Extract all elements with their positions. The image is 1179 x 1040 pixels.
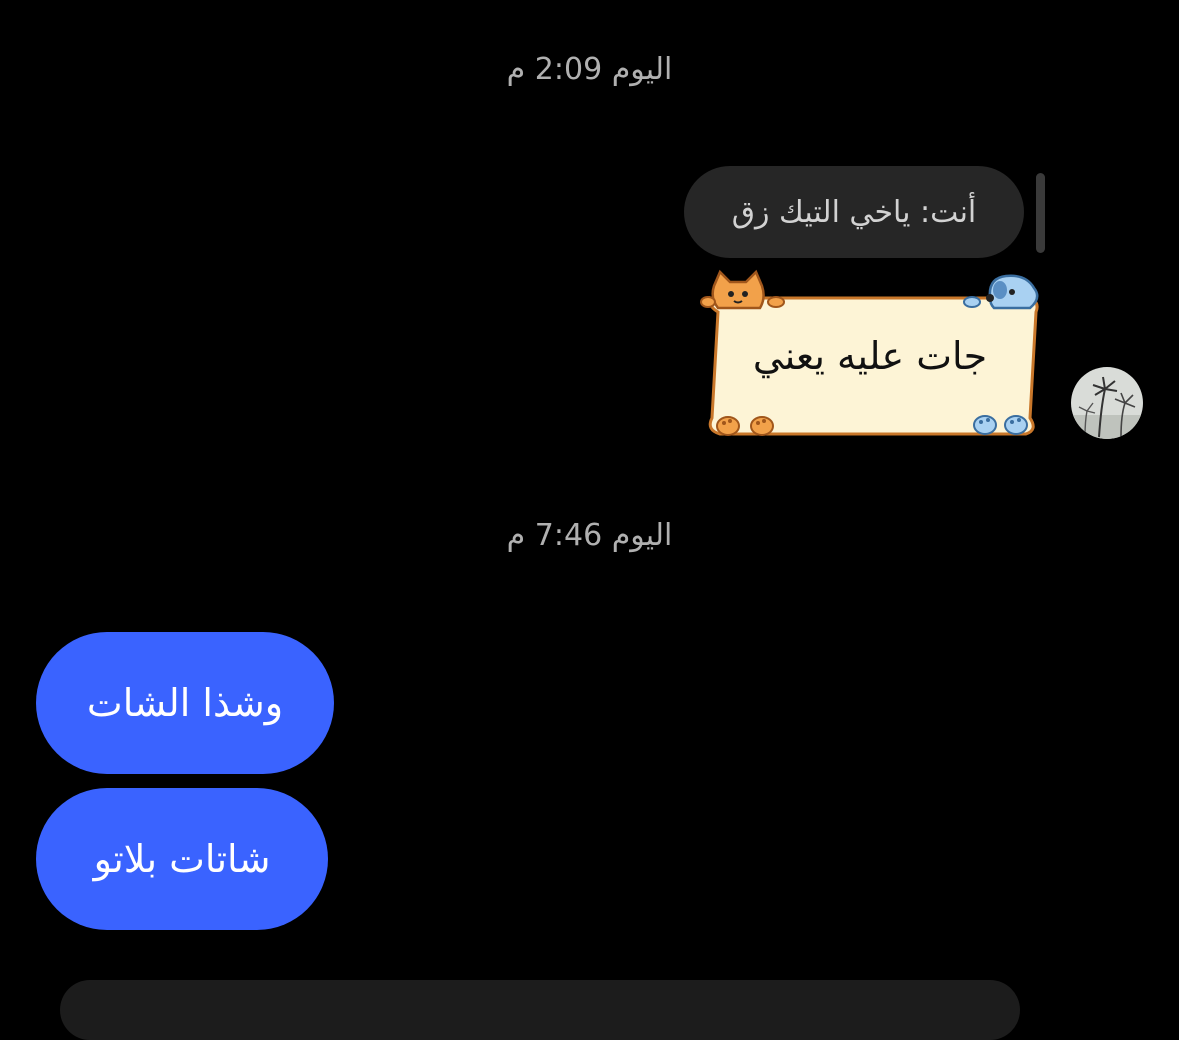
- sticker-note-message[interactable]: جات عليه يعني: [700, 268, 1050, 443]
- timestamp-divider: اليوم 7:46 م: [506, 518, 673, 553]
- message-composer[interactable]: [60, 980, 1020, 1040]
- orange-cat-icon: [700, 269, 785, 310]
- timestamp-divider: اليوم 2:09 م: [506, 52, 673, 87]
- reply-preview-bubble[interactable]: أنت: ياخي التيك زق: [684, 166, 1024, 258]
- avatar[interactable]: [1071, 367, 1143, 439]
- note-message-text: جات عليه يعني: [752, 334, 988, 378]
- reply-indicator-bar: [1036, 173, 1045, 253]
- message-text: شاتات بلاتو: [93, 837, 271, 881]
- palm-trees-avatar-image: [1071, 367, 1143, 439]
- message-bubble[interactable]: شاتات بلاتو: [36, 788, 328, 930]
- blue-dog-icon: [963, 274, 1039, 310]
- message-bubble[interactable]: وشذا الشات: [36, 632, 334, 774]
- message-text: وشذا الشات: [86, 681, 284, 725]
- reply-preview-text: أنت: ياخي التيك زق: [731, 194, 977, 230]
